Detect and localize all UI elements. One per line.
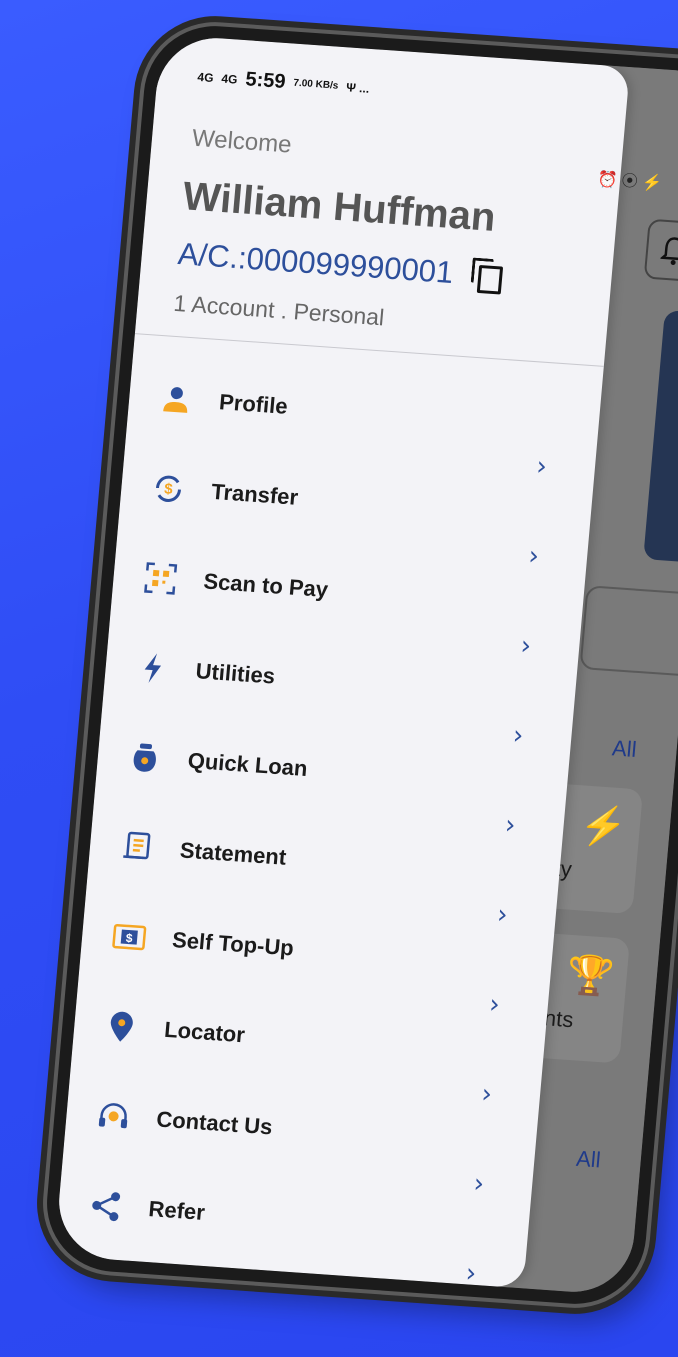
search-field[interactable]	[579, 585, 678, 678]
share-icon	[87, 1188, 124, 1224]
qr-scan-icon	[142, 560, 179, 596]
lightning-icon	[134, 650, 171, 686]
dollar-card-icon: $	[111, 919, 148, 955]
account-type: 1 Account . Personal	[172, 289, 386, 331]
receipt-icon	[119, 829, 156, 865]
view-all-link-2[interactable]: All	[575, 1146, 602, 1174]
menu-item-label: Profile	[218, 389, 289, 419]
account-card[interactable]	[643, 310, 678, 564]
menu-item-label: Self Top-Up	[171, 927, 295, 961]
notification-bell-icon[interactable]	[643, 218, 678, 283]
profile-icon	[158, 381, 195, 417]
account-number: A/C.:000099990001	[176, 235, 455, 291]
money-bag-icon	[127, 740, 164, 776]
status-bar: 4G 4G 5:59 7.00 KB/s Ψ ...	[197, 65, 371, 100]
signal-2: 4G	[220, 71, 239, 87]
trophy-icon: 🏆	[564, 953, 616, 999]
welcome-text: Welcome	[190, 124, 293, 159]
copy-icon[interactable]	[470, 257, 505, 295]
menu-item-label: Quick Loan	[186, 747, 309, 782]
headset-icon	[95, 1098, 132, 1134]
menu-item-label: Transfer	[210, 478, 300, 510]
status-extra: Ψ ...	[345, 79, 370, 96]
menu-item-label: Refer	[147, 1196, 206, 1225]
user-name: William Huffman	[181, 174, 498, 240]
status-right-icons: ⏰ ⦿ ⚡	[596, 171, 663, 193]
location-pin-icon	[103, 1009, 140, 1045]
svg-text:$: $	[164, 481, 174, 499]
lightning-icon: ⚡	[577, 804, 629, 850]
signal-1: 4G	[196, 69, 215, 85]
menu-item-label: Locator	[163, 1016, 246, 1048]
menu-item-label: Scan to Pay	[202, 568, 330, 603]
phone-screen: All ⚡ tility 🏆 vents All 4G 4G 5:59 7.00…	[54, 34, 678, 1296]
menu-item-label: Utilities	[194, 658, 277, 689]
chevron-right-icon: ›	[464, 1258, 478, 1290]
menu-item-label: Contact Us	[155, 1106, 274, 1140]
status-time: 5:59	[244, 68, 287, 93]
account-row: A/C.:000099990001	[176, 236, 504, 295]
transfer-icon: $	[150, 471, 187, 507]
view-all-link[interactable]: All	[611, 735, 638, 763]
drawer-menu: Profile › $ Transfer › Scan to Pay › Uti…	[55, 351, 602, 1289]
phone-mockup: All ⚡ tility 🏆 vents All 4G 4G 5:59 7.00…	[41, 21, 678, 1309]
network-speed: 7.00 KB/s	[292, 77, 339, 92]
menu-item-label: Statement	[178, 837, 288, 870]
